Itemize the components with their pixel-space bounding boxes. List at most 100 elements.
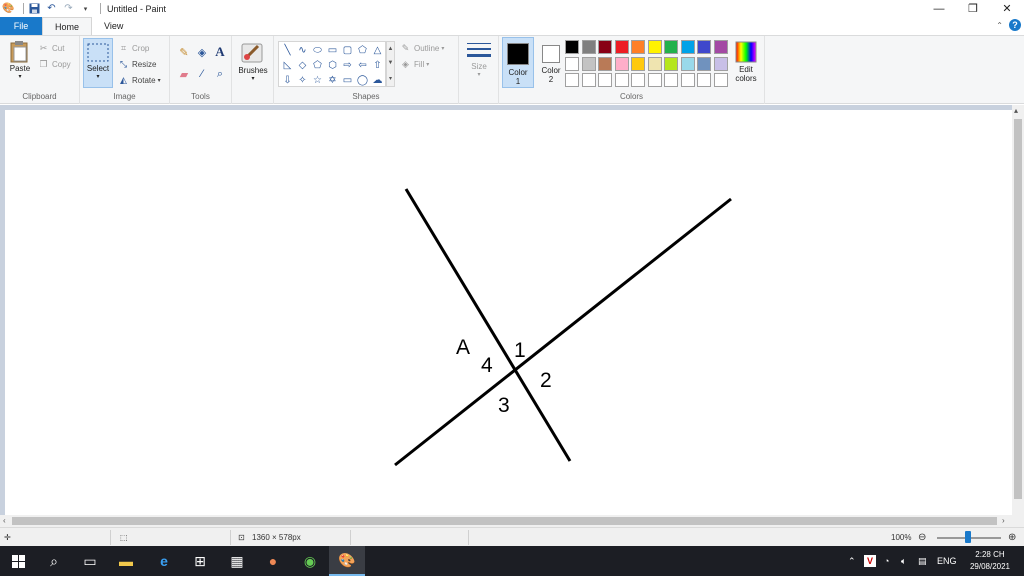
horizontal-scroll-thumb[interactable] [12,517,997,525]
notification-icon[interactable]: ▤ [918,546,927,576]
paste-button[interactable]: Paste ▾ [7,40,33,80]
show-hidden-icons-chevron-icon[interactable]: ⌃ [848,546,856,576]
rounded-callout-shape-icon[interactable]: ▭ [340,73,355,88]
outline-button[interactable]: ✎ Outline ▾ [400,41,445,55]
four-point-star-shape-icon[interactable]: ✧ [295,73,310,88]
palette-swatch[interactable] [631,40,645,54]
cloud-callout-shape-icon[interactable]: ☁ [370,73,385,88]
oval-callout-shape-icon[interactable]: ◯ [355,73,370,88]
palette-swatch[interactable] [713,73,728,87]
antivirus-icon[interactable]: V [864,555,876,567]
color1-button[interactable]: Color 1 [502,37,534,88]
edit-colors-button[interactable]: Edit colors [730,41,762,83]
zoom-out-icon[interactable]: ⊖ [918,528,926,547]
palette-swatch[interactable] [680,56,695,71]
file-explorer-icon[interactable]: ▬ [108,546,144,576]
cut-button[interactable]: ✂ Cut [38,41,65,55]
triangle-shape-icon[interactable]: △ [370,43,385,58]
horizontal-scrollbar[interactable]: ‹ › [0,515,1012,527]
app2-icon[interactable]: ◉ [292,546,328,576]
language-indicator[interactable]: ENG [937,546,957,576]
palette-swatch[interactable] [664,40,678,54]
scroll-up-icon[interactable]: ▲ [388,46,394,52]
expand-icon[interactable]: ▾ [389,75,392,82]
right-triangle-shape-icon[interactable]: ◺ [280,58,295,73]
curve-shape-icon[interactable]: ∿ [295,43,310,58]
palette-swatch[interactable] [614,40,629,54]
zoom-slider-thumb[interactable] [965,531,971,543]
help-icon[interactable]: ? [1009,19,1021,31]
palette-swatch[interactable] [565,40,579,54]
windows-start-icon[interactable] [0,546,36,576]
vertical-scrollbar[interactable]: ▴ [1012,105,1024,515]
edge-browser-icon[interactable]: e [146,546,182,576]
palette-swatch[interactable] [598,56,612,71]
palette-swatch[interactable] [647,40,662,54]
store-icon[interactable]: ⊞ [182,546,218,576]
scroll-up-arrow-icon[interactable]: ▴ [1014,106,1018,115]
six-point-star-shape-icon[interactable]: ✡ [325,73,340,88]
hexagon-shape-icon[interactable]: ⬡ [325,58,340,73]
customize-qa-chevron-icon[interactable]: ▾ [79,2,92,15]
zoom-in-icon[interactable]: ⊕ [1008,528,1016,547]
redo-icon[interactable]: ↷ [62,2,75,15]
palette-swatch[interactable] [697,40,711,54]
app-icon[interactable]: ● [255,546,291,576]
left-arrow-shape-icon[interactable]: ⇦ [355,58,370,73]
scroll-left-arrow-icon[interactable]: ‹ [3,516,6,525]
palette-swatch[interactable] [647,56,662,71]
minimize-button[interactable]: — [922,0,956,17]
close-button[interactable]: ✕ [990,0,1024,17]
task-view-icon[interactable]: ▭ [72,546,108,576]
tab-view[interactable]: View [92,17,135,35]
save-icon[interactable] [28,2,41,15]
restore-button[interactable]: ❐ [956,0,990,17]
palette-swatch[interactable] [581,56,596,71]
palette-swatch[interactable] [664,56,678,71]
paint-taskbar-icon[interactable]: 🎨 [329,546,365,576]
up-arrow-shape-icon[interactable]: ⇧ [370,58,385,73]
pencil-icon[interactable]: ✎ [176,44,192,60]
rotate-button[interactable]: ◭ Rotate ▾ [118,73,161,87]
paint-app-icon[interactable]: 🎨 [2,2,15,15]
fill-bucket-icon[interactable]: ◈ [194,44,210,60]
palette-swatch[interactable] [664,73,678,87]
palette-swatch[interactable] [614,73,629,87]
calculator-icon[interactable]: ▦ [219,546,255,576]
polygon-shape-icon[interactable]: ⬠ [355,43,370,58]
fill-button[interactable]: ◈ Fill ▾ [400,57,429,71]
undo-icon[interactable]: ↶ [45,2,58,15]
vertical-scroll-thumb[interactable] [1014,119,1022,499]
volume-icon[interactable]: 🔈︎ [901,546,906,576]
palette-swatch[interactable] [713,40,728,54]
text-tool-icon[interactable]: A [212,44,228,60]
palette-swatch[interactable] [614,56,629,71]
shapes-scroll[interactable]: ▲ ▼ ▾ [386,41,395,87]
oval-shape-icon[interactable]: ⬭ [310,43,325,58]
color-picker-icon[interactable]: ⁄ [194,66,210,82]
palette-swatch[interactable] [713,56,728,71]
palette-swatch[interactable] [581,73,596,87]
collapse-ribbon-chevron-icon[interactable]: ⌃ [996,21,1003,30]
palette-swatch[interactable] [631,56,645,71]
palette-swatch[interactable] [565,56,579,71]
drawing-canvas[interactable]: A 1 4 2 3 [5,110,1012,515]
down-arrow-shape-icon[interactable]: ⇩ [280,73,295,88]
palette-swatch[interactable] [565,73,579,87]
palette-swatch[interactable] [631,73,645,87]
palette-swatch[interactable] [680,73,695,87]
brushes-button[interactable]: Brushes ▾ [236,40,270,82]
tab-file[interactable]: File [0,17,42,35]
palette-swatch[interactable] [581,40,596,54]
palette-swatch[interactable] [598,73,612,87]
search-icon[interactable]: ⌕ [36,546,72,576]
scroll-right-arrow-icon[interactable]: › [1002,516,1005,525]
select-button[interactable]: Select ▾ [83,38,113,88]
eraser-icon[interactable]: ▰ [176,66,192,82]
palette-swatch[interactable] [697,73,711,87]
crop-button[interactable]: ⌗ Crop [118,41,149,55]
magnifier-icon[interactable]: ⌕ [212,66,228,82]
right-arrow-shape-icon[interactable]: ⇨ [340,58,355,73]
diamond-shape-icon[interactable]: ◇ [295,58,310,73]
rectangle-shape-icon[interactable]: ▭ [325,43,340,58]
